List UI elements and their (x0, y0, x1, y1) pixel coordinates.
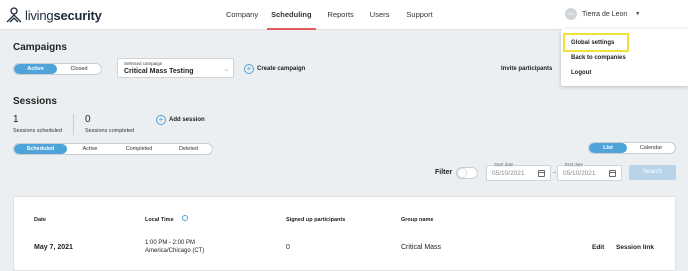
campaigns-title: Campaigns (13, 42, 67, 53)
row-timezone: America/Chicago (CT) (145, 248, 205, 254)
search-button[interactable]: Search (629, 165, 676, 180)
nav-scheduling[interactable]: Scheduling (267, 0, 316, 30)
user-name: Tierra de Leon (582, 10, 628, 18)
nav-company[interactable]: Company (226, 0, 258, 30)
filter-switch-knob (458, 169, 466, 177)
create-campaign-button[interactable]: Create campaign (257, 66, 305, 72)
col-date: Date (34, 217, 46, 223)
logo-text-light: living (25, 7, 54, 23)
logo-text-bold: security (53, 7, 102, 23)
tab-active-sessions[interactable]: Active (67, 144, 113, 154)
end-date-label: End date (564, 162, 585, 167)
tab-active[interactable]: Active (14, 64, 58, 74)
row-participants: 0 (286, 244, 290, 251)
invite-participants-button[interactable]: Invite participants (501, 66, 552, 72)
menu-logout[interactable]: Logout (571, 70, 591, 76)
row-date: May 7, 2021 (34, 244, 73, 251)
campaign-select[interactable]: Selected campaign Critical Mass Testing … (117, 58, 234, 78)
sessions-title: Sessions (13, 96, 57, 107)
tab-completed[interactable]: Completed (113, 144, 165, 154)
col-signed-up: Signed up participants (286, 217, 346, 223)
sessions-scheduled-label: Sessions scheduled (13, 128, 62, 134)
add-session-button[interactable]: Add session (169, 117, 205, 123)
session-link-button[interactable]: Session link (616, 244, 654, 251)
main-nav: Company Scheduling Reports Users Support (226, 0, 433, 30)
edit-button[interactable]: Edit (592, 244, 604, 251)
highlight-box (563, 33, 629, 52)
campaign-select-label: Selected campaign (124, 61, 163, 66)
start-date-label: Start date (493, 162, 515, 167)
end-date-value: 05/10/2021 (563, 170, 596, 177)
tab-calendar[interactable]: Calendar (627, 143, 675, 153)
session-status-toggle: Scheduled Active Completed Deleted (13, 143, 213, 155)
col-local-time: Local Time (145, 217, 174, 223)
end-date-field[interactable]: End date 05/10/2021 (557, 162, 622, 181)
campaign-status-toggle: Active Closed (13, 63, 102, 75)
sessions-table (13, 196, 676, 271)
logo-text: livingsecurity (25, 8, 102, 23)
calendar-icon[interactable] (609, 170, 616, 177)
view-toggle: List Calendar (588, 142, 676, 154)
stats-divider (73, 114, 74, 135)
row-time-range: 1:00 PM - 2:00 PM (145, 240, 196, 246)
avatar: TDL (565, 8, 577, 20)
sessions-completed-label: Sessions completed (85, 128, 135, 134)
nav-reports[interactable]: Reports (328, 0, 354, 30)
sessions-completed-count: 0 (85, 114, 91, 125)
chevron-down-icon: ⌄ (223, 67, 229, 73)
nav-support[interactable]: Support (406, 0, 432, 30)
start-date-value: 05/10/2021 (492, 170, 525, 177)
logo-icon (6, 7, 22, 23)
nav-users[interactable]: Users (370, 0, 390, 30)
calendar-icon[interactable] (538, 170, 545, 177)
tab-scheduled[interactable]: Scheduled (14, 144, 67, 154)
filter-label: Filter (435, 169, 453, 176)
start-date-field[interactable]: Start date 05/10/2021 (486, 162, 551, 181)
logo[interactable]: livingsecurity (6, 7, 102, 23)
add-session-icon[interactable]: + (156, 115, 166, 125)
filter-switch[interactable] (456, 167, 478, 179)
menu-back-to-companies[interactable]: Back to companies (571, 55, 626, 61)
tab-list[interactable]: List (589, 143, 627, 153)
chevron-down-icon: ▼ (635, 11, 641, 17)
col-group-name: Group name (401, 217, 434, 223)
tab-deleted[interactable]: Deleted (165, 144, 212, 154)
info-icon[interactable] (182, 215, 188, 221)
row-group: Critical Mass (401, 244, 442, 251)
sessions-scheduled-count: 1 (13, 114, 19, 125)
date-range-separator: – (553, 170, 557, 176)
user-menu-toggle[interactable]: TDL Tierra de Leon ▼ (565, 8, 640, 20)
create-campaign-icon[interactable]: + (244, 64, 254, 74)
tab-closed[interactable]: Closed (57, 64, 101, 74)
top-navbar: livingsecurity Company Scheduling Report… (0, 0, 688, 30)
campaign-select-value: Critical Mass Testing (124, 68, 194, 75)
